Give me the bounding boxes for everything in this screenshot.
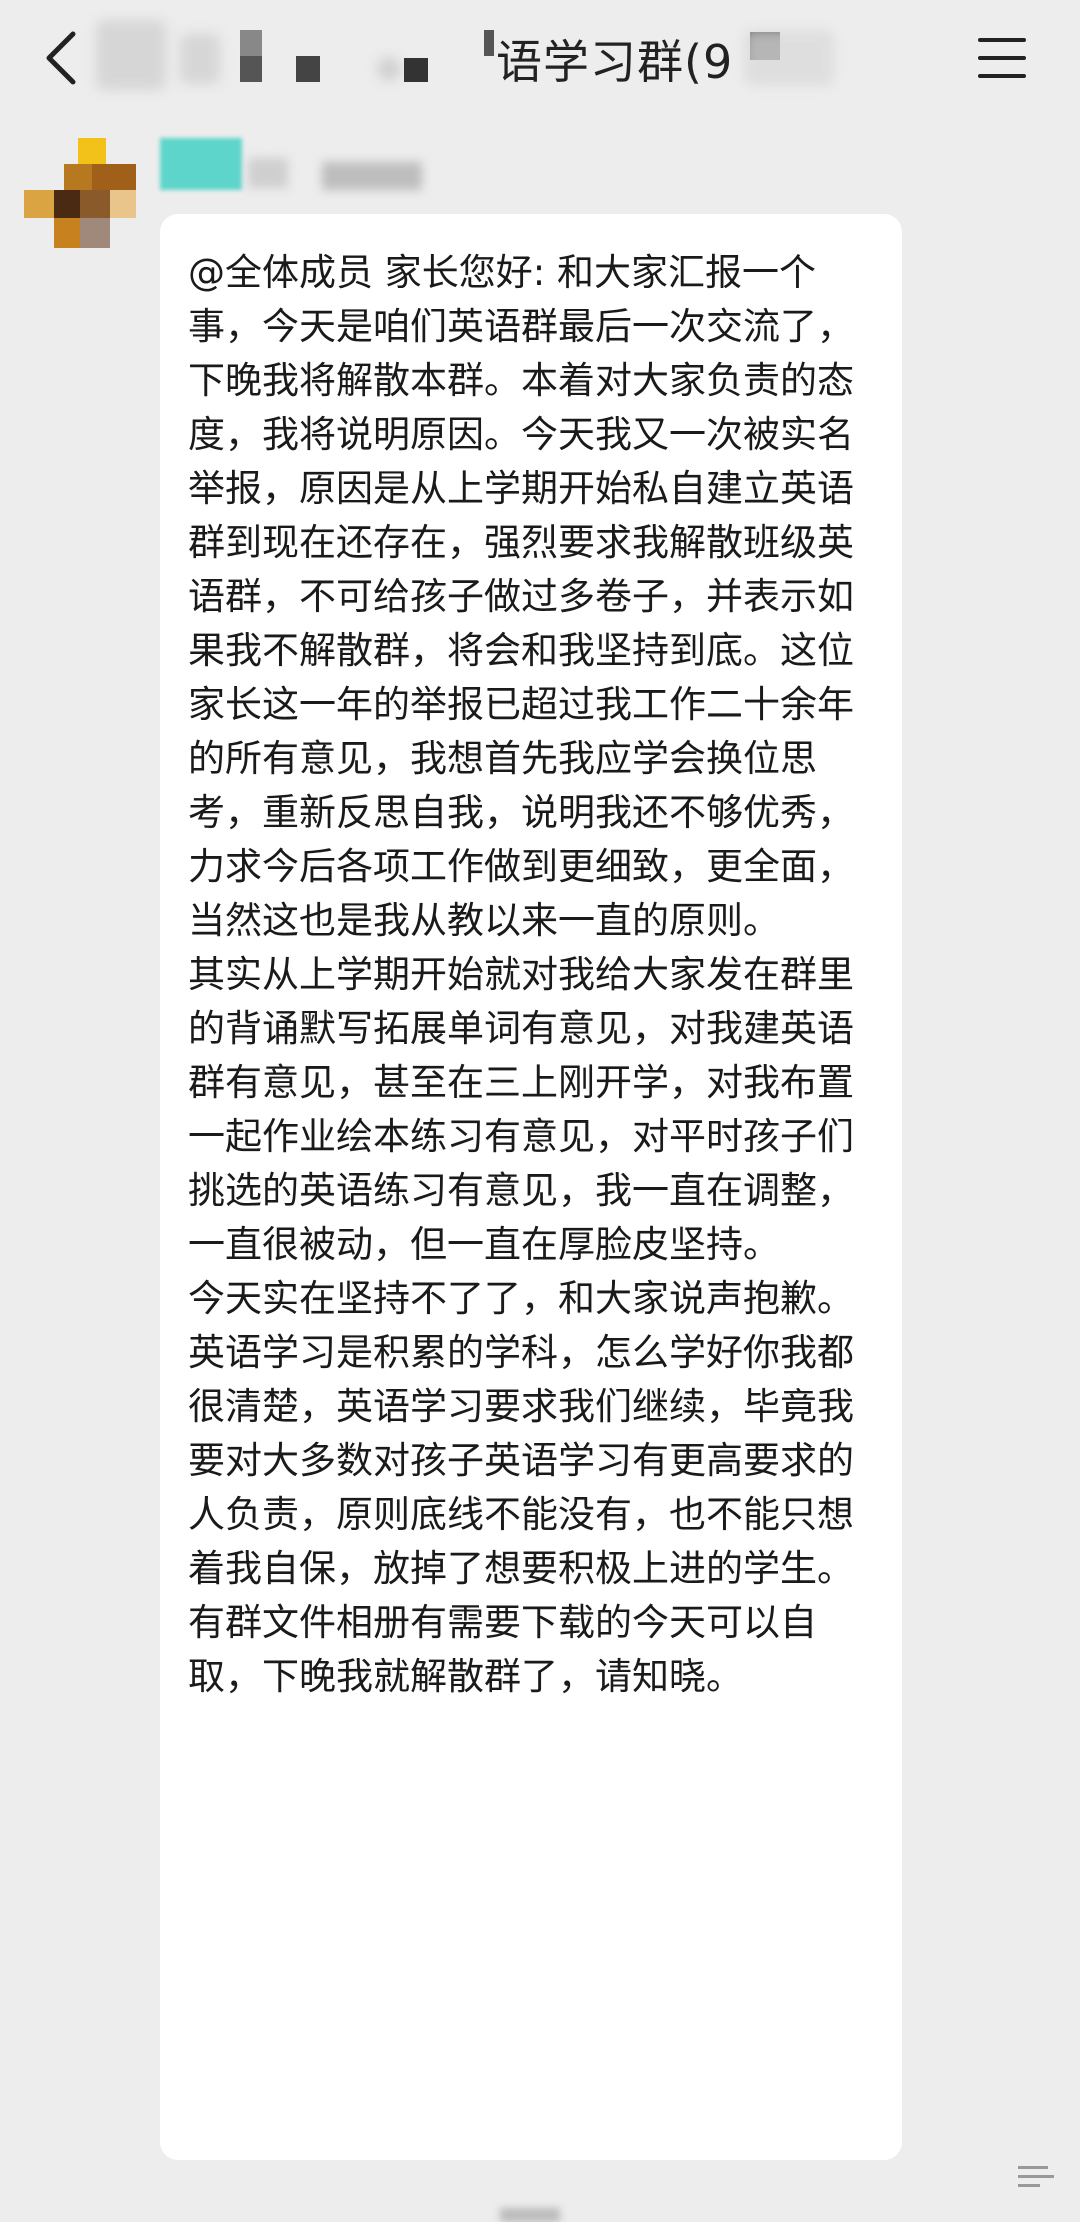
title-redaction xyxy=(180,34,220,84)
message-paragraph: @全体成员 家长您好: 和大家汇报一个事，今天是咱们英语群最后一次交流了，下晚我… xyxy=(188,251,854,942)
sender-avatar[interactable] xyxy=(24,138,136,250)
hamburger-menu-icon xyxy=(978,74,1026,78)
title-redaction-pixel xyxy=(296,56,320,82)
message-bubble[interactable]: @全体成员 家长您好: 和大家汇报一个事，今天是咱们英语群最后一次交流了，下晚我… xyxy=(160,214,902,2160)
watermark-lines xyxy=(1018,2166,1058,2196)
title-redaction-pixel xyxy=(240,56,262,82)
message-paragraph: 有群文件相册有需要下载的今天可以自取，下晚我就解散群了，请知晓。 xyxy=(188,1601,817,1698)
sender-name-redaction xyxy=(160,138,242,190)
title-redaction xyxy=(96,20,166,90)
title-redaction xyxy=(744,30,834,86)
hamburger-menu-icon xyxy=(978,56,1026,60)
message-paragraph: 今天实在坚持不了了，和大家说声抱歉。英语学习是积累的学科，怎么学好你我都很清楚，… xyxy=(188,1277,854,1590)
back-button[interactable] xyxy=(30,18,90,98)
title-redaction-pixel xyxy=(240,30,262,56)
sender-name-redaction xyxy=(248,158,288,188)
message-paragraph: 其实从上学期开始就对我给大家发在群里的背诵默写拓展单词有意见，对我建英语群有意见… xyxy=(188,953,854,1266)
chevron-left-icon xyxy=(46,31,76,85)
hamburger-menu-icon xyxy=(978,38,1026,42)
sender-name-redaction xyxy=(322,162,422,190)
title-redaction-pixel xyxy=(404,58,428,82)
title-redaction-pixel xyxy=(484,30,494,56)
chat-header: 语学习群(9 xyxy=(0,0,1080,118)
title-redaction xyxy=(378,58,400,80)
next-message-fragment xyxy=(500,2208,560,2222)
chat-menu-button[interactable] xyxy=(976,34,1032,84)
chat-title: 语学习群(9 xyxy=(496,35,734,89)
